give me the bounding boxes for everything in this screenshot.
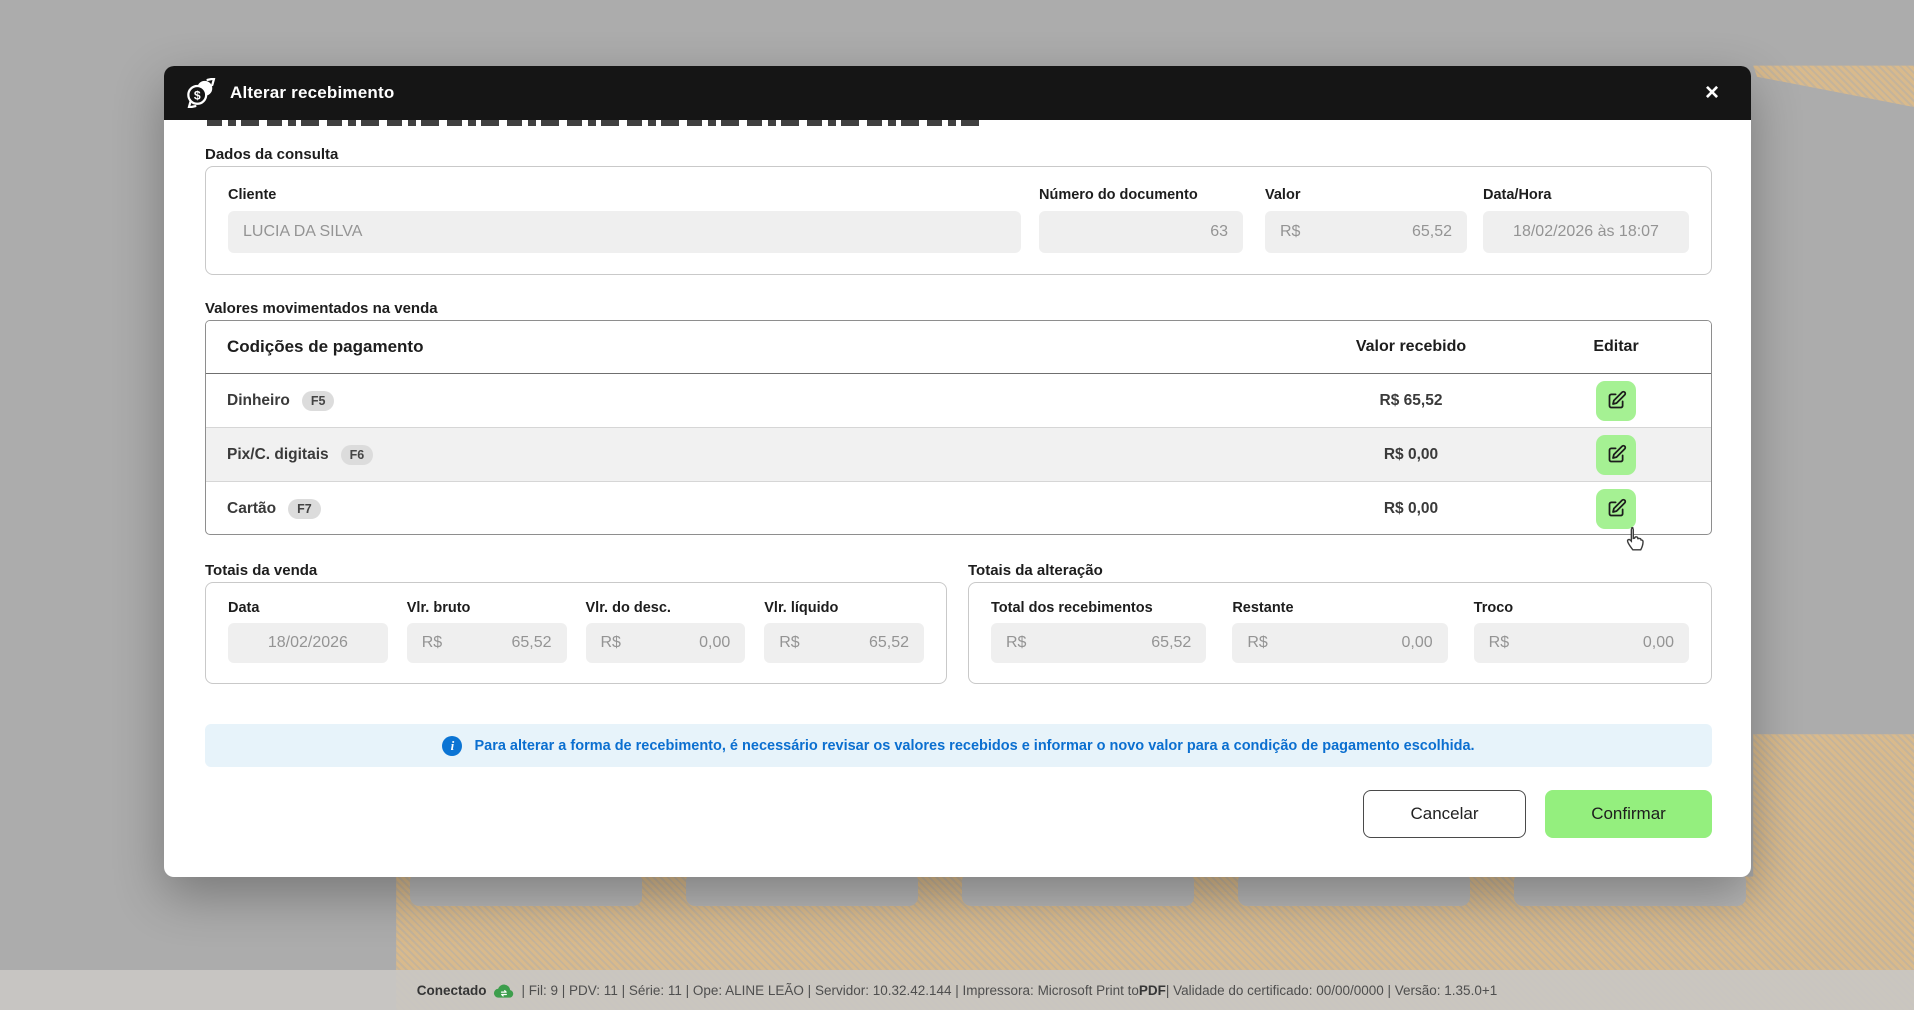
documento-label: Número do documento bbox=[1039, 187, 1243, 203]
edit-pencil-icon bbox=[1606, 498, 1627, 519]
valor-field[interactable]: R$ 65,52 bbox=[1265, 211, 1467, 253]
edit-cartao-button[interactable] bbox=[1596, 489, 1636, 529]
restante-value: 0,00 bbox=[1402, 634, 1433, 652]
cliente-value: LUCIA DA SILVA bbox=[243, 223, 362, 241]
total-recebimentos-value: 65,52 bbox=[1151, 634, 1191, 652]
currency-prefix: R$ bbox=[779, 634, 799, 652]
troco-field[interactable]: R$ 0,00 bbox=[1474, 623, 1689, 663]
totais-venda-fieldset: Data 18/02/2026 Vlr. bruto R$ 65,52 Vlr.… bbox=[205, 582, 947, 684]
received-value: R$ 0,00 bbox=[1301, 446, 1521, 464]
edit-pencil-icon bbox=[1606, 444, 1627, 465]
info-icon: i bbox=[442, 736, 462, 756]
currency-prefix: R$ bbox=[601, 634, 621, 652]
totais-venda-section-title: Totais da venda bbox=[205, 562, 317, 579]
money-exchange-icon: $ bbox=[185, 78, 217, 108]
received-value: R$ 65,52 bbox=[1301, 392, 1521, 410]
status-bar: Conectado | Fil: 9 | PDV: 11 | Série: 11… bbox=[0, 970, 1914, 1010]
printer-name: PDF bbox=[1139, 983, 1166, 998]
col-valor-recebido: Valor recebido bbox=[1301, 338, 1521, 356]
currency-prefix: R$ bbox=[1489, 634, 1509, 652]
vlr-liquido-label: Vlr. líquido bbox=[764, 600, 924, 616]
currency-prefix: R$ bbox=[1280, 223, 1300, 241]
confirm-button[interactable]: Confirmar bbox=[1545, 790, 1712, 838]
close-icon[interactable]: × bbox=[1701, 79, 1723, 107]
alterar-recebimento-dialog: $ Alterar recebimento × Dados da consult… bbox=[164, 66, 1751, 877]
received-value: R$ 0,00 bbox=[1301, 500, 1521, 518]
troco-label: Troco bbox=[1474, 600, 1689, 616]
datahora-value: 18/02/2026 às 18:07 bbox=[1513, 223, 1659, 241]
edit-pencil-icon bbox=[1606, 390, 1627, 411]
valor-value: 65,52 bbox=[1412, 223, 1452, 241]
data-value: 18/02/2026 bbox=[268, 634, 348, 652]
col-payment-conditions: Codições de pagamento bbox=[206, 337, 1301, 357]
edit-pix-button[interactable] bbox=[1596, 435, 1636, 475]
data-label: Data bbox=[228, 600, 388, 616]
cliente-field[interactable]: LUCIA DA SILVA bbox=[228, 211, 1021, 253]
payments-table-header: Codições de pagamento Valor recebido Edi… bbox=[206, 321, 1711, 374]
vlr-liquido-field[interactable]: R$ 65,52 bbox=[764, 623, 924, 663]
payment-label: Cartão bbox=[227, 500, 276, 518]
hotkey-badge: F6 bbox=[341, 445, 374, 465]
valor-label: Valor bbox=[1265, 187, 1467, 203]
consulta-section-title: Dados da consulta bbox=[205, 146, 338, 163]
troco-value: 0,00 bbox=[1643, 634, 1674, 652]
vlr-desc-field[interactable]: R$ 0,00 bbox=[586, 623, 746, 663]
status-info: | Fil: 9 | PDV: 11 | Série: 11 | Ope: AL… bbox=[522, 983, 1139, 998]
payment-label: Pix/C. digitais bbox=[227, 446, 329, 464]
total-recebimentos-label: Total dos recebimentos bbox=[991, 600, 1206, 616]
vlr-bruto-value: 65,52 bbox=[511, 634, 551, 652]
background-card bbox=[1238, 872, 1470, 906]
status-info-2: | Validade do certificado: 00/00/0000 | … bbox=[1166, 983, 1497, 998]
cliente-label: Cliente bbox=[228, 187, 1021, 203]
info-banner: i Para alterar a forma de recebimento, é… bbox=[205, 724, 1712, 767]
vlr-desc-label: Vlr. do desc. bbox=[586, 600, 746, 616]
dialog-title: Alterar recebimento bbox=[230, 83, 394, 103]
svg-text:$: $ bbox=[194, 89, 201, 103]
background-card bbox=[410, 872, 642, 906]
restante-field[interactable]: R$ 0,00 bbox=[1232, 623, 1447, 663]
col-editar: Editar bbox=[1521, 338, 1711, 356]
totais-alteracao-section-title: Totais da alteração bbox=[968, 562, 1103, 579]
payments-table: Codições de pagamento Valor recebido Edi… bbox=[205, 320, 1712, 535]
restante-label: Restante bbox=[1232, 600, 1447, 616]
vlr-liquido-value: 65,52 bbox=[869, 634, 909, 652]
table-row-dinheiro[interactable]: Dinheiro F5 R$ 65,52 bbox=[206, 374, 1711, 428]
currency-prefix: R$ bbox=[1247, 634, 1267, 652]
edit-dinheiro-button[interactable] bbox=[1596, 381, 1636, 421]
currency-prefix: R$ bbox=[422, 634, 442, 652]
vlr-bruto-field[interactable]: R$ 65,52 bbox=[407, 623, 567, 663]
info-message: Para alterar a forma de recebimento, é n… bbox=[474, 738, 1474, 754]
documento-field[interactable]: 63 bbox=[1039, 211, 1243, 253]
payment-label: Dinheiro bbox=[227, 392, 290, 410]
connection-status: Conectado bbox=[417, 983, 487, 998]
datahora-field[interactable]: 18/02/2026 às 18:07 bbox=[1483, 211, 1689, 253]
background-card bbox=[1514, 872, 1746, 906]
hotkey-badge: F7 bbox=[288, 499, 321, 519]
dialog-actions: Cancelar Confirmar bbox=[1363, 790, 1712, 838]
total-recebimentos-field[interactable]: R$ 65,52 bbox=[991, 623, 1206, 663]
documento-value: 63 bbox=[1210, 223, 1228, 241]
dialog-header: $ Alterar recebimento × bbox=[164, 66, 1751, 120]
data-field[interactable]: 18/02/2026 bbox=[228, 623, 388, 663]
vlr-bruto-label: Vlr. bruto bbox=[407, 600, 567, 616]
clipped-scrolled-content bbox=[207, 120, 982, 126]
table-row-cartao[interactable]: Cartão F7 R$ 0,00 bbox=[206, 482, 1711, 535]
totais-alteracao-fieldset: Total dos recebimentos R$ 65,52 Restante… bbox=[968, 582, 1712, 684]
currency-prefix: R$ bbox=[1006, 634, 1026, 652]
consulta-fieldset: Cliente LUCIA DA SILVA Número do documen… bbox=[205, 166, 1712, 275]
background-card bbox=[686, 872, 918, 906]
movimentados-section-title: Valores movimentados na venda bbox=[205, 300, 438, 317]
table-row-pix[interactable]: Pix/C. digitais F6 R$ 0,00 bbox=[206, 428, 1711, 482]
hotkey-badge: F5 bbox=[302, 391, 335, 411]
cloud-sync-icon bbox=[493, 983, 515, 999]
vlr-desc-value: 0,00 bbox=[699, 634, 730, 652]
datahora-label: Data/Hora bbox=[1483, 187, 1689, 203]
cancel-button[interactable]: Cancelar bbox=[1363, 790, 1526, 838]
background-card bbox=[962, 872, 1194, 906]
